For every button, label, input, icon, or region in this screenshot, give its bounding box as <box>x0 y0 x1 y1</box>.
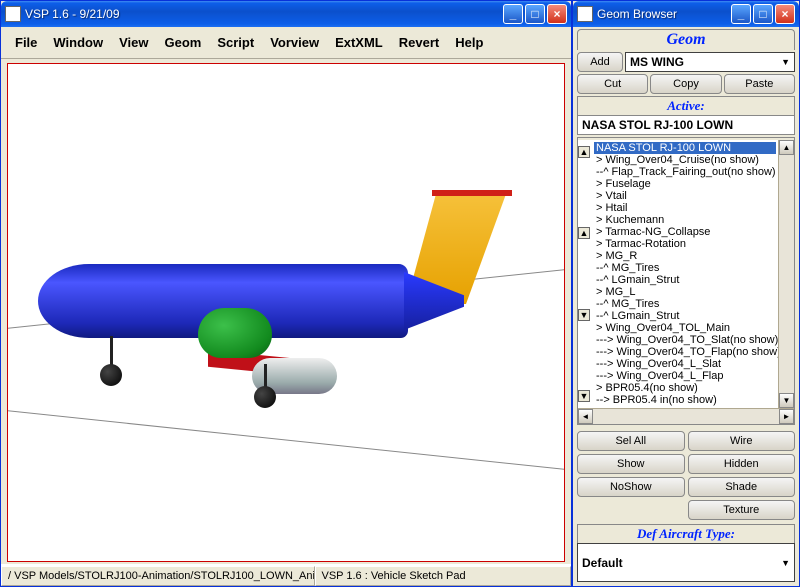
tree-item[interactable]: ---> Wing_Over04_L_Flap <box>594 370 776 382</box>
geom-heading: Geom <box>577 29 795 50</box>
geom-browser-window: Geom Browser _ □ × Geom Add MS WING ▼ Cu… <box>572 0 800 587</box>
def-aircraft-value: Default <box>582 556 623 570</box>
statusbar: / VSP Models/STOLRJ100-Animation/STOLRJ1… <box>1 564 571 586</box>
show-button[interactable]: Show <box>577 454 685 474</box>
tree-item[interactable]: ---> Wing_Over04_TO_Slat(no show) <box>594 334 776 346</box>
geom-tree-list[interactable]: NASA STOL RJ-100 LOWN> Wing_Over04_Cruis… <box>592 140 778 408</box>
cut-button[interactable]: Cut <box>577 74 648 94</box>
paste-button[interactable]: Paste <box>724 74 795 94</box>
tree-item[interactable]: --> BPR05.4 in(no show) <box>594 394 776 406</box>
main-titlebar[interactable]: VSP 1.6 - 9/21/09 _ □ × <box>1 1 571 27</box>
tree-item[interactable]: > Vtail <box>594 190 776 202</box>
def-aircraft-dropdown[interactable]: Default ▼ <box>577 543 795 582</box>
menu-script[interactable]: Script <box>211 33 260 52</box>
menu-window[interactable]: Window <box>47 33 109 52</box>
geom-type-value: MS WING <box>630 55 684 69</box>
noshow-button[interactable]: NoShow <box>577 477 685 497</box>
close-button[interactable]: × <box>775 4 795 24</box>
menu-revert[interactable]: Revert <box>393 33 445 52</box>
tree-item[interactable]: > Wing_Over04_Cruise(no show) <box>594 154 776 166</box>
tree-item[interactable]: --^ Flap_Track_Fairing_out(no show) <box>594 166 776 178</box>
move-up-icon[interactable]: ▲ <box>578 227 590 239</box>
geom-type-dropdown[interactable]: MS WING ▼ <box>625 52 795 72</box>
menu-view[interactable]: View <box>113 33 154 52</box>
shade-button[interactable]: Shade <box>688 477 796 497</box>
scroll-right-icon[interactable]: ► <box>779 409 794 424</box>
menubar: File Window View Geom Script Vorview Ext… <box>1 27 571 59</box>
wire-button[interactable]: Wire <box>688 431 796 451</box>
menu-geom[interactable]: Geom <box>159 33 208 52</box>
status-path: / VSP Models/STOLRJ100-Animation/STOLRJ1… <box>1 566 315 586</box>
minimize-button[interactable]: _ <box>503 4 523 24</box>
menu-file[interactable]: File <box>9 33 43 52</box>
geom-title: Geom Browser <box>597 7 729 21</box>
hidden-button[interactable]: Hidden <box>688 454 796 474</box>
tree-item[interactable]: ---> Wing_Over04_L_Slat <box>594 358 776 370</box>
tree-item[interactable]: ---> Wing_Over04_TO_Flap(no show) <box>594 346 776 358</box>
tree-item[interactable]: > Kuchemann <box>594 214 776 226</box>
copy-button[interactable]: Copy <box>650 74 721 94</box>
tree-item[interactable]: > Tarmac-Rotation <box>594 238 776 250</box>
tree-item[interactable]: > Fuselage <box>594 178 776 190</box>
select-all-button[interactable]: Sel All <box>577 431 685 451</box>
texture-button[interactable]: Texture <box>688 500 796 520</box>
aircraft-vtail-tip <box>432 190 512 196</box>
maximize-button[interactable]: □ <box>753 4 773 24</box>
menu-vorview[interactable]: Vorview <box>264 33 325 52</box>
maximize-button[interactable]: □ <box>525 4 545 24</box>
chevron-down-icon: ▼ <box>781 57 790 67</box>
vsp-main-window: VSP 1.6 - 9/21/09 _ □ × File Window View… <box>0 0 572 587</box>
active-label: Active: <box>577 96 795 115</box>
scrollbar-vertical[interactable]: ▲ ▼ <box>778 140 794 408</box>
tree-item[interactable]: > BPR05.4(no show) <box>594 382 776 394</box>
tree-item[interactable]: > Htail <box>594 202 776 214</box>
main-wheel <box>254 386 276 408</box>
nose-wheel <box>100 364 122 386</box>
tree-item[interactable]: --^ MG_Tires <box>594 298 776 310</box>
tree-reorder-controls: ▲ ▲ ▼ ▼ <box>578 140 592 408</box>
move-top-icon[interactable]: ▲ <box>578 146 590 158</box>
add-button[interactable]: Add <box>577 52 623 72</box>
app-icon <box>577 6 593 22</box>
aircraft-engine <box>198 308 272 358</box>
menu-extxml[interactable]: ExtXML <box>329 33 389 52</box>
status-app: VSP 1.6 : Vehicle Sketch Pad <box>315 566 572 586</box>
geom-tree: ▲ ▲ ▼ ▼ NASA STOL RJ-100 LOWN> Wing_Over… <box>578 140 794 408</box>
ground-line <box>7 404 565 491</box>
scroll-up-icon[interactable]: ▲ <box>779 140 794 155</box>
tree-item[interactable]: > Tarmac-NG_Collapse <box>594 226 776 238</box>
scroll-down-icon[interactable]: ▼ <box>779 393 794 408</box>
minimize-button[interactable]: _ <box>731 4 751 24</box>
geom-titlebar[interactable]: Geom Browser _ □ × <box>573 1 799 27</box>
move-down-icon[interactable]: ▼ <box>578 309 590 321</box>
main-title: VSP 1.6 - 9/21/09 <box>25 7 501 21</box>
def-aircraft-label: Def Aircraft Type: <box>577 524 795 543</box>
menu-help[interactable]: Help <box>449 33 489 52</box>
app-icon <box>5 6 21 22</box>
chevron-down-icon: ▼ <box>781 558 790 568</box>
tree-item[interactable]: > MG_L <box>594 286 776 298</box>
move-bottom-icon[interactable]: ▼ <box>578 390 590 402</box>
tree-item[interactable]: > MG_R <box>594 250 776 262</box>
scrollbar-horizontal[interactable]: ◄ ► <box>578 408 794 424</box>
active-geom-name: NASA STOL RJ-100 LOWN <box>577 115 795 135</box>
tree-item[interactable]: --^ LGmain_Strut <box>594 310 776 322</box>
scroll-left-icon[interactable]: ◄ <box>578 409 593 424</box>
tree-item[interactable]: NASA STOL RJ-100 LOWN <box>594 142 776 154</box>
tree-item[interactable]: --^ MG_Tires <box>594 262 776 274</box>
tree-item[interactable]: --^ LGmain_Strut <box>594 274 776 286</box>
close-button[interactable]: × <box>547 4 567 24</box>
viewport[interactable] <box>7 63 565 562</box>
tree-item[interactable]: > Wing_Over04_TOL_Main <box>594 322 776 334</box>
